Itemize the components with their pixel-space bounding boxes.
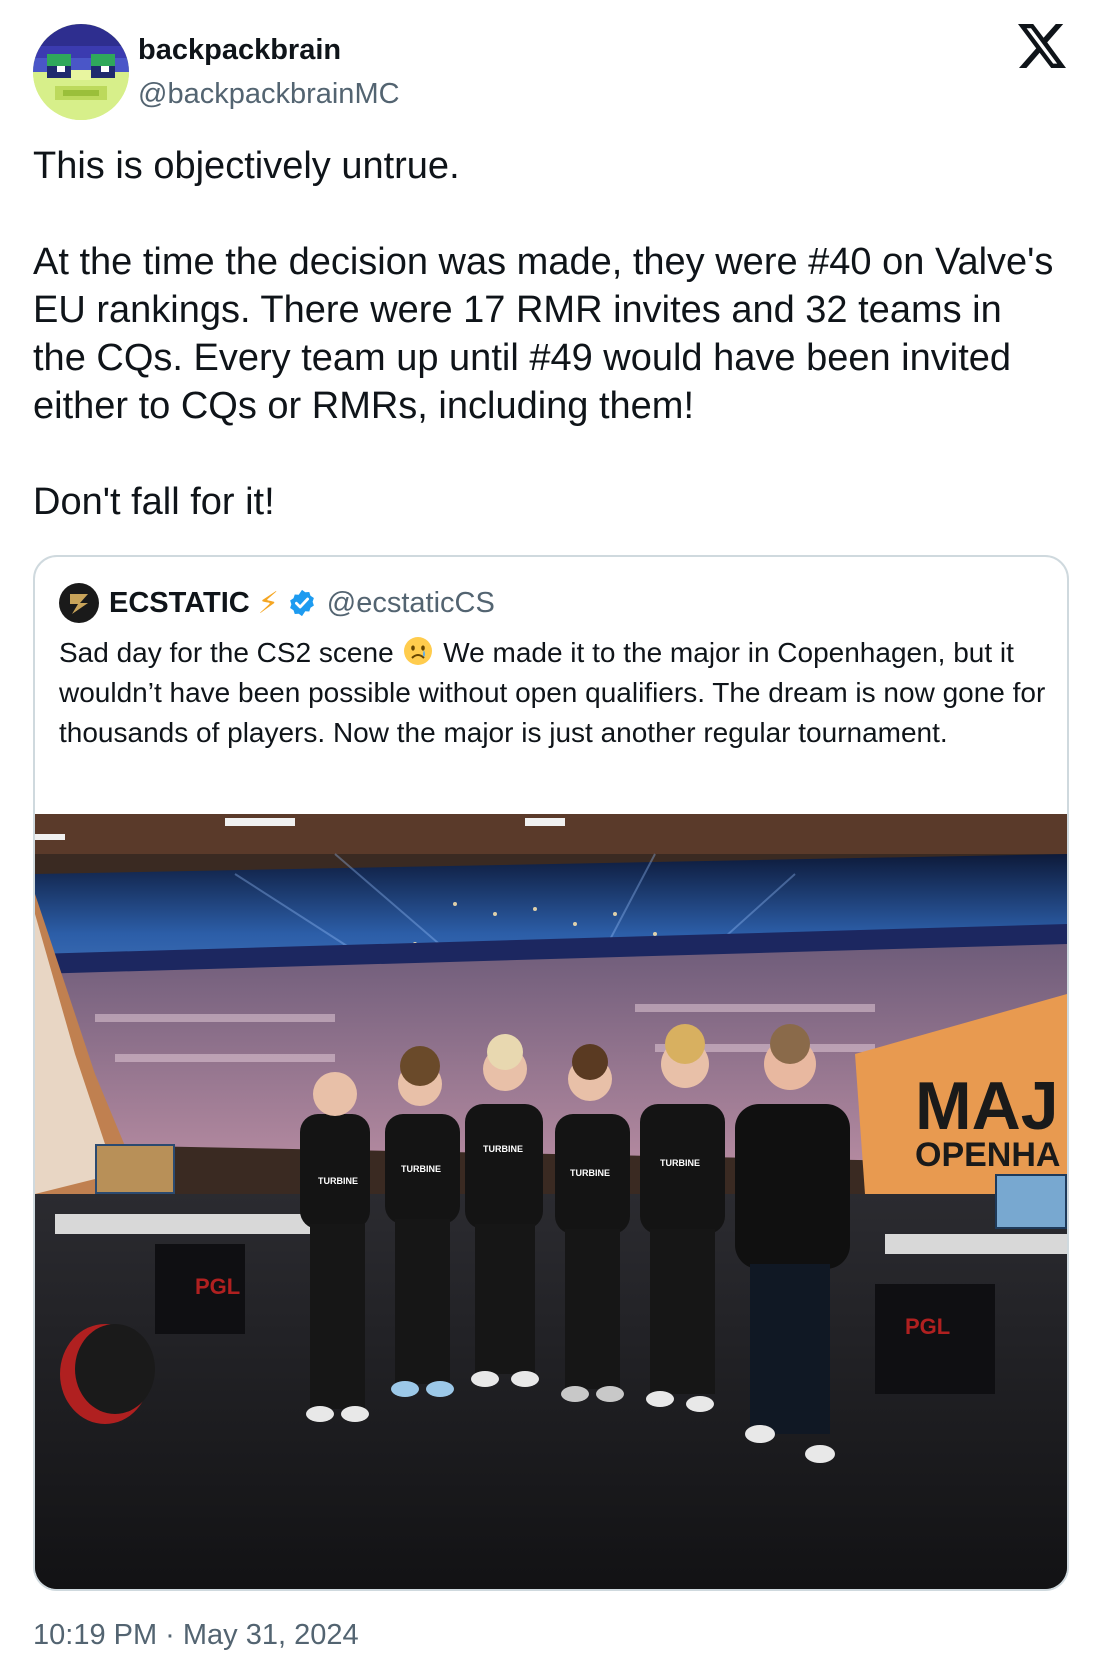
author-info: backpackbrain @backpackbrainMC	[138, 32, 400, 112]
jersey-text-3: TURBINE	[483, 1144, 523, 1154]
banner-text-2: OPENHA	[915, 1136, 1060, 1174]
quoted-post[interactable]: ECSTATIC ⚡ @ecstaticCS Sad day for the C…	[33, 555, 1069, 1591]
author-name[interactable]: backpackbrain	[138, 32, 400, 68]
quoted-post-text: Sad day for the CS2 scene We made it to …	[59, 633, 1049, 753]
jersey-text-1: TURBINE	[318, 1176, 358, 1186]
verified-badge-icon	[287, 588, 317, 618]
quoted-text-part-1: Sad day for the CS2 scene	[59, 637, 402, 668]
post-timestamp[interactable]: 10:19 PM · May 31, 2024	[33, 1617, 359, 1653]
pc-brand-left: PGL	[195, 1274, 240, 1299]
post-text: This is objectively untrue. At the time …	[33, 145, 1054, 523]
jersey-text-5: TURBINE	[660, 1158, 700, 1168]
quoted-post-photo[interactable]: MAJ OPENHA PGL PGL TURBINE TURBINE TURBI…	[35, 814, 1067, 1589]
post-card: backpackbrain @backpackbrainMC This is o…	[0, 0, 1100, 1676]
banner-text-1: MAJ	[915, 1068, 1059, 1144]
post-header: backpackbrain @backpackbrainMC	[33, 24, 1076, 120]
quoted-author-avatar	[59, 583, 99, 623]
pc-brand-right: PGL	[905, 1314, 950, 1339]
quoted-post-header: ECSTATIC ⚡ @ecstaticCS	[59, 583, 495, 623]
jersey-text-2: TURBINE	[401, 1164, 441, 1174]
x-logo-icon[interactable]	[1018, 24, 1066, 72]
jersey-text-4: TURBINE	[570, 1168, 610, 1178]
author-handle[interactable]: @backpackbrainMC	[138, 76, 400, 112]
quoted-author-handle: @ecstaticCS	[326, 586, 495, 619]
lightning-emoji: ⚡	[257, 586, 279, 620]
author-avatar[interactable]	[33, 24, 129, 120]
sad-face-emoji	[403, 636, 433, 666]
quoted-author-name: ECSTATIC	[109, 586, 250, 619]
